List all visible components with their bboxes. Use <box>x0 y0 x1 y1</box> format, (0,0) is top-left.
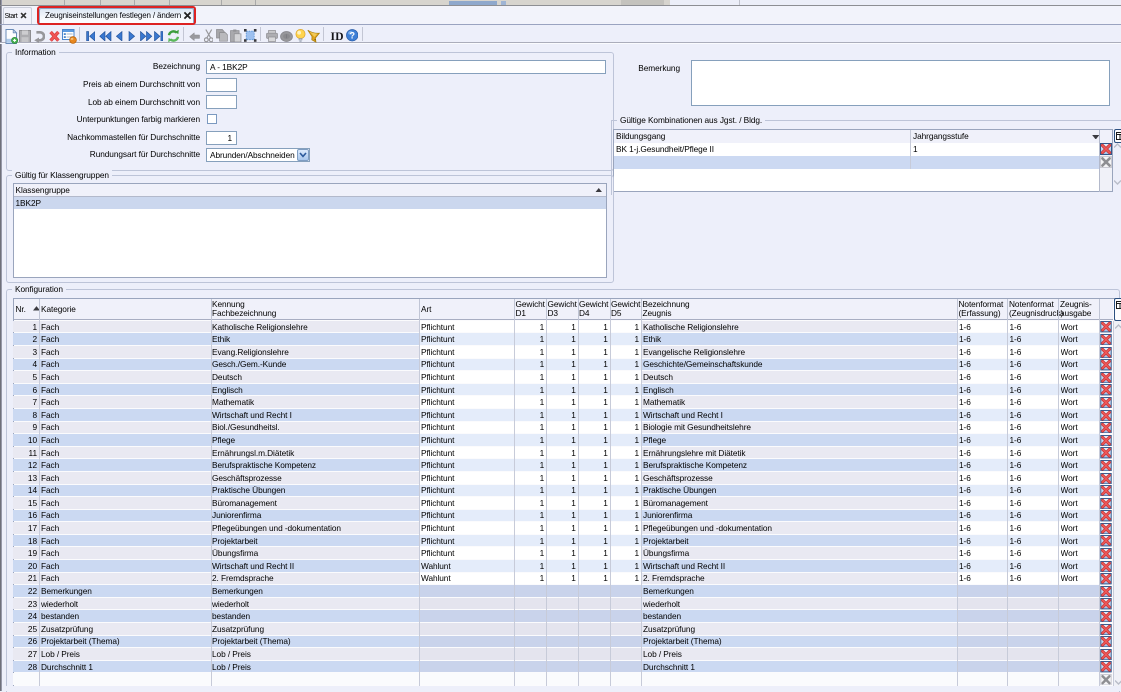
svg-text:?: ? <box>349 30 355 40</box>
